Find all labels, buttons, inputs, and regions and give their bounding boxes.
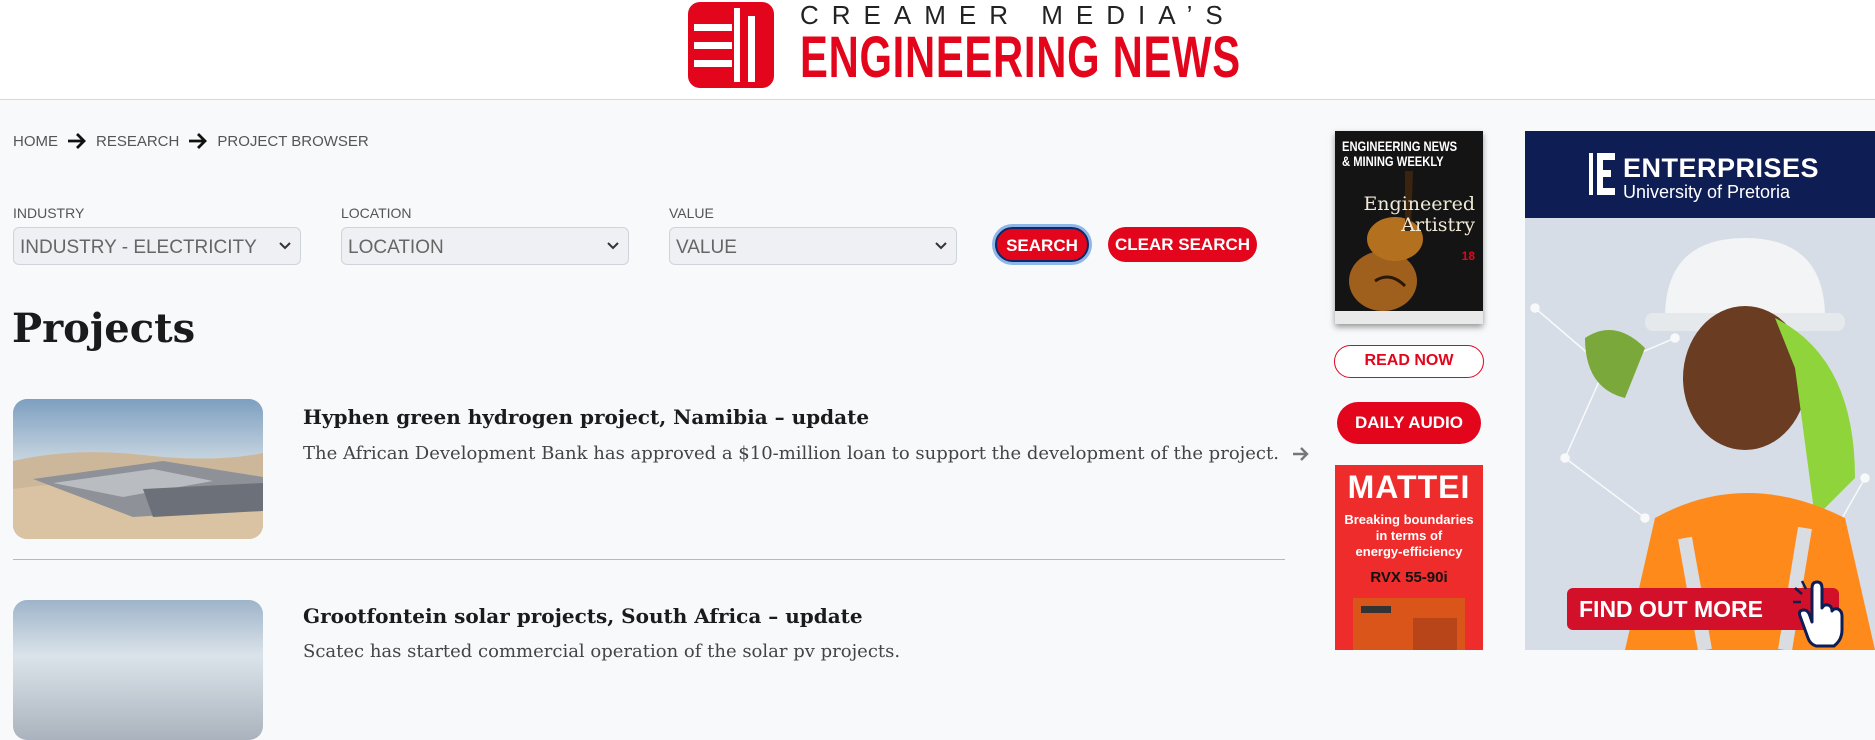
article-description-text: The African Development Bank has approve… [303, 443, 1279, 464]
magazine-title-line1: ENGINEERING NEWS [1342, 138, 1458, 154]
filter-industry-label: INDUSTRY [13, 205, 85, 221]
site-logo[interactable]: CREAMER MEDIA’S ENGINEERING NEWS [688, 2, 1240, 90]
filter-location: LOCATION LOCATION [341, 205, 629, 265]
enterprises-header: ENTERPRISES University of Pretoria [1525, 131, 1875, 218]
value-select-value: VALUE [676, 237, 737, 258]
magazine-title-line2: & MINING WEEKLY [1342, 153, 1444, 169]
magazine-title: ENGINEERING NEWS & MINING WEEKLY [1342, 139, 1457, 169]
article-title[interactable]: Hyphen green hydrogen project, Namibia –… [303, 405, 869, 429]
pointer-hand-icon [1793, 580, 1844, 648]
breadcrumb-project-browser[interactable]: PROJECT BROWSER [217, 133, 368, 150]
daily-audio-button[interactable]: DAILY AUDIO [1337, 402, 1481, 444]
location-select-value: LOCATION [348, 237, 444, 258]
clear-search-button[interactable]: CLEAR SEARCH [1108, 227, 1257, 262]
list-item: Grootfontein solar projects, South Afric… [13, 600, 1285, 740]
filter-location-label: LOCATION [341, 205, 412, 221]
article-description-text: Scatec has started commercial operation … [303, 641, 901, 662]
filter-industry: INDUSTRY INDUSTRY - ELECTRICITY [13, 205, 301, 265]
logo-bottom-text: ENGINEERING NEWS [800, 25, 1241, 90]
breadcrumb: HOME RESEARCH PROJECT BROWSER [13, 131, 369, 151]
location-select[interactable]: LOCATION [341, 227, 629, 265]
magazine-headline: Engineered Artistry 18 [1363, 194, 1475, 267]
mattei-model: RVX 55-90i [1370, 569, 1448, 586]
industry-select[interactable]: INDUSTRY - ELECTRICITY [13, 227, 301, 265]
compressor-image [1353, 598, 1465, 650]
search-button[interactable]: SEARCH [995, 227, 1089, 262]
magazine-issue-number: 18 [1461, 249, 1475, 263]
mattei-advert[interactable]: MATTEI Breaking boundaries in terms of e… [1335, 465, 1483, 650]
mattei-tagline: Breaking boundaries in terms of energy-e… [1335, 512, 1483, 560]
enterprises-subtitle: University of Pretoria [1623, 182, 1791, 202]
article-image[interactable] [13, 600, 263, 740]
chevron-down-icon [279, 242, 291, 250]
page-title: Projects [12, 305, 196, 352]
arrow-right-icon [189, 133, 208, 149]
breadcrumb-home[interactable]: HOME [13, 133, 58, 150]
read-now-button[interactable]: READ NOW [1334, 345, 1484, 378]
enterprises-advert[interactable]: ENTERPRISES University of Pretoria FIND … [1525, 131, 1875, 650]
mattei-brand: MATTEI [1347, 469, 1471, 505]
breadcrumb-research[interactable]: RESEARCH [96, 133, 179, 150]
article-description: Scatec has started commercial operation … [303, 641, 900, 662]
industry-select-value: INDUSTRY - ELECTRICITY [20, 237, 257, 258]
divider [13, 559, 1285, 560]
mattei-tagline-line2: in terms of [1375, 528, 1443, 543]
chevron-down-icon [935, 242, 947, 250]
chevron-down-icon [607, 242, 619, 250]
article-description: The African Development Bank has approve… [303, 443, 1311, 464]
enterprises-e-icon [1589, 153, 1615, 195]
mattei-tagline-line1: Breaking boundaries [1344, 512, 1474, 527]
article-title[interactable]: Grootfontein solar projects, South Afric… [303, 604, 863, 628]
value-select[interactable]: VALUE [669, 227, 957, 265]
magazine-headline-line1: Engineered [1363, 193, 1475, 215]
logo-mark-icon [688, 2, 774, 88]
enterprises-name: ENTERPRISES [1623, 153, 1820, 183]
article-image[interactable] [13, 399, 263, 539]
mattei-tagline-line3: energy-efficiency [1355, 544, 1463, 559]
filter-value-label: VALUE [669, 205, 714, 221]
list-item: Hyphen green hydrogen project, Namibia –… [13, 399, 1309, 541]
magazine-cover[interactable]: ENGINEERING NEWS & MINING WEEKLY Enginee… [1335, 131, 1483, 324]
site-header: CREAMER MEDIA’S ENGINEERING NEWS [0, 0, 1875, 100]
magazine-headline-line2: Artistry [1401, 214, 1475, 236]
arrow-right-icon[interactable] [1291, 446, 1311, 462]
arrow-right-icon [68, 133, 86, 149]
filter-value: VALUE VALUE [669, 205, 957, 265]
